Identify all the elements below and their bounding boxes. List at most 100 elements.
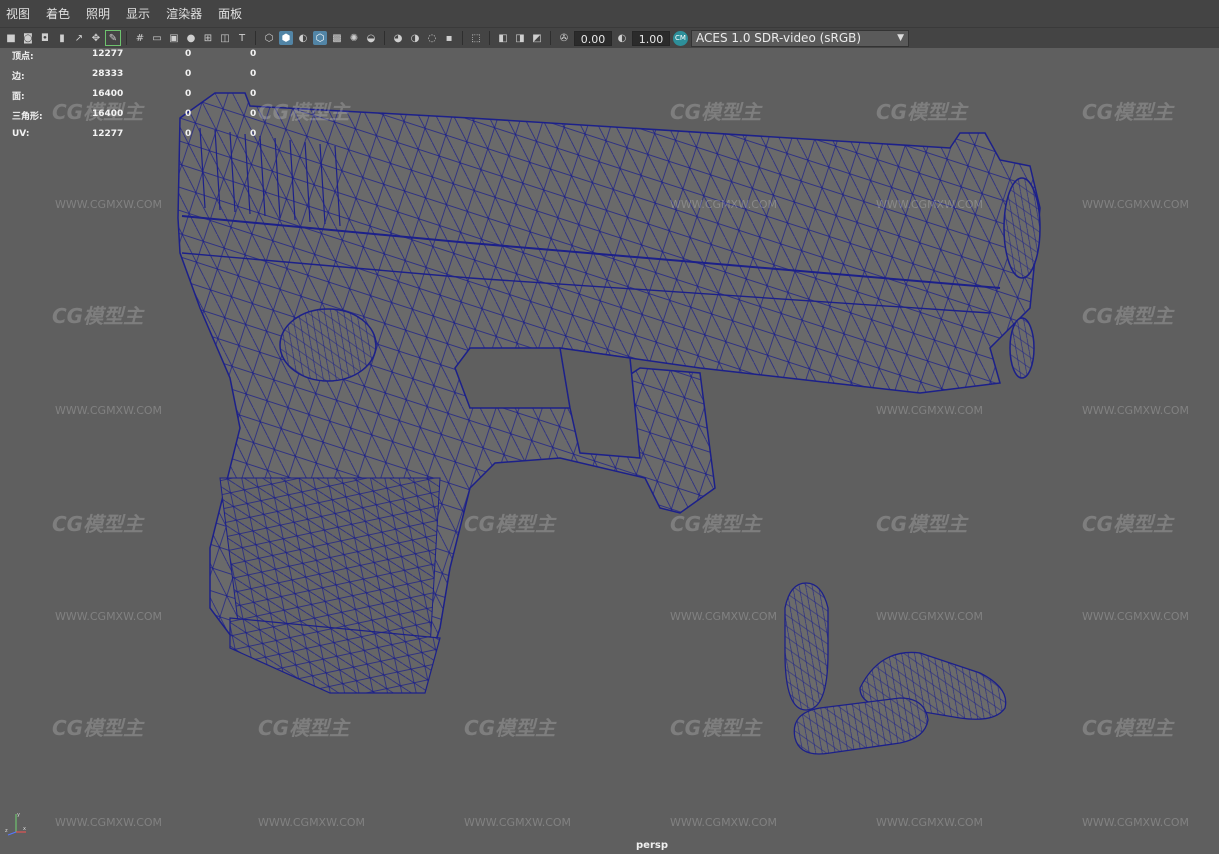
watermark-url: WWW.CGMXW.COM [876, 610, 984, 623]
hud-label: 顶点: [12, 52, 34, 62]
watermark-url: WWW.CGMXW.COM [55, 816, 163, 829]
watermark-url: WWW.CGMXW.COM [670, 198, 778, 211]
hud-label: 面: [12, 92, 25, 102]
menu-renderer[interactable]: 渲染器 [158, 0, 210, 28]
watermark-url: WWW.CGMXW.COM [1082, 198, 1190, 211]
depth-of-field-icon[interactable]: ▪ [442, 31, 456, 45]
watermark-url: WWW.CGMXW.COM [55, 198, 163, 211]
watermark-url: WWW.CGMXW.COM [1082, 816, 1190, 829]
resolution-gate-icon[interactable]: ▣ [167, 31, 181, 45]
watermark-logo: CG模型主 [1082, 512, 1174, 536]
toolbar-divider [384, 31, 385, 45]
watermark-url: WWW.CGMXW.COM [876, 198, 984, 211]
use-all-lights-icon[interactable]: ✺ [347, 31, 361, 45]
view-transform-value: ACES 1.0 SDR-video (sRGB) [696, 31, 862, 45]
screen-space-ao-icon[interactable]: ◕ [391, 31, 405, 45]
viewport-persp[interactable]: CG模型主 CG模型主 CG模型主 CG模型主 CG模型主 CG模型主 CG模型… [0, 48, 1219, 854]
watermark-logo: CG模型主 [464, 716, 556, 740]
grease-pencil-icon[interactable]: ✥ [89, 31, 103, 45]
watermark-url: WWW.CGMXW.COM [464, 816, 572, 829]
menu-panels[interactable]: 面板 [210, 0, 250, 28]
watermark-url: WWW.CGMXW.COM [670, 816, 778, 829]
hud-label: UV: [12, 129, 30, 139]
exposure-icon[interactable]: ✇ [557, 31, 571, 45]
motion-blur-icon[interactable]: ◑ [408, 31, 422, 45]
gate-mask-icon[interactable]: ● [184, 31, 198, 45]
watermark-url: WWW.CGMXW.COM [876, 816, 984, 829]
watermark-url: WWW.CGMXW.COM [1082, 404, 1190, 417]
chevron-down-icon: ▼ [897, 33, 904, 43]
watermark-logo: CG模型主 [670, 100, 762, 124]
watermark-logo: CG模型主 [258, 716, 350, 740]
watermark-url: WWW.CGMXW.COM [876, 404, 984, 417]
watermark-logo: CG模型主 [670, 716, 762, 740]
exposure-field[interactable]: 0.00 [574, 30, 612, 46]
shadows-icon[interactable]: ◒ [364, 31, 378, 45]
watermark-url: WWW.CGMXW.COM [55, 610, 163, 623]
wireframe-on-shaded-icon[interactable]: ⬡ [313, 31, 327, 45]
2d-pan-zoom-icon[interactable]: ↗ [72, 31, 86, 45]
field-chart-icon[interactable]: ⊞ [201, 31, 215, 45]
menu-view[interactable]: 视图 [0, 0, 38, 28]
hud-value: 0 [250, 109, 257, 119]
hud-value: 12277 [92, 129, 124, 139]
watermark-logo: CG模型主 [1082, 100, 1174, 124]
bullets-mesh[interactable] [784, 582, 1007, 755]
xray-icon[interactable]: ◧ [496, 31, 510, 45]
image-plane-icon[interactable]: ▮ [55, 31, 69, 45]
grid-icon[interactable]: # [133, 31, 147, 45]
hud-value: 0 [185, 129, 192, 139]
watermark-url: WWW.CGMXW.COM [1082, 610, 1190, 623]
safe-title-icon[interactable]: T [235, 31, 249, 45]
xray-joints-icon[interactable]: ◩ [530, 31, 544, 45]
menu-show[interactable]: 显示 [118, 0, 158, 28]
isolate-select-icon[interactable]: ⬚ [469, 31, 483, 45]
axis-y-label: y [17, 812, 20, 818]
axis-z-label: z [5, 828, 8, 834]
menu-lighting[interactable]: 照明 [78, 0, 118, 28]
default-material-icon[interactable]: ◐ [296, 31, 310, 45]
pistol-mesh[interactable] [177, 92, 1041, 694]
hud-value: 0 [250, 69, 257, 79]
select-camera-icon[interactable]: ■ [4, 31, 18, 45]
hud-value: 0 [185, 109, 192, 119]
toolbar-divider [489, 31, 490, 45]
camera-label: persp [636, 840, 668, 851]
xray-active-icon[interactable]: ◨ [513, 31, 527, 45]
watermark-url: WWW.CGMXW.COM [670, 610, 778, 623]
wireframe-icon[interactable]: ⬡ [262, 31, 276, 45]
color-management-icon[interactable]: CM [673, 30, 688, 46]
gamma-icon[interactable]: ◐ [615, 31, 629, 45]
watermark-logo: CG模型主 [876, 512, 968, 536]
hud-label: 三角形: [12, 112, 43, 122]
menu-shading[interactable]: 着色 [38, 0, 78, 28]
hud-label: 边: [12, 72, 25, 82]
view-transform-select[interactable]: ACES 1.0 SDR-video (sRGB) ▼ [691, 29, 909, 47]
toolbar-divider [255, 31, 256, 45]
axis-gizmo: y x z [5, 812, 26, 836]
hud-value: 16400 [92, 109, 124, 119]
toolbar-divider [126, 31, 127, 45]
watermark-logo: CG模型主 [52, 512, 144, 536]
textured-icon[interactable]: ▩ [330, 31, 344, 45]
watermark-logo: CG模型主 [52, 716, 144, 740]
hud-value: 16400 [92, 89, 124, 99]
hud-value: 0 [250, 89, 257, 99]
watermark-logo: CG模型主 [670, 512, 762, 536]
hud-row-edges: 边: 28333 0 0 [12, 69, 282, 89]
watermark-url: WWW.CGMXW.COM [258, 816, 366, 829]
gamma-field[interactable]: 1.00 [632, 30, 670, 46]
hud-row-uvs: UV: 12277 0 0 [12, 129, 282, 149]
hud-value: 0 [250, 129, 257, 139]
pencil-icon[interactable]: ✎ [105, 30, 121, 46]
hud-value: 12277 [92, 49, 124, 59]
menubar: 视图 着色 照明 显示 渲染器 面板 [0, 0, 1219, 28]
anti-aliasing-icon[interactable]: ◌ [425, 31, 439, 45]
safe-action-icon[interactable]: ◫ [218, 31, 232, 45]
watermark-url: WWW.CGMXW.COM [55, 404, 163, 417]
film-gate-icon[interactable]: ▭ [150, 31, 164, 45]
watermark-logo: CG模型主 [1082, 304, 1174, 328]
smooth-shade-icon[interactable]: ⬢ [279, 31, 293, 45]
camera-attributes-icon[interactable]: ◙ [21, 31, 35, 45]
bookmark-camera-icon[interactable]: ◘ [38, 31, 52, 45]
